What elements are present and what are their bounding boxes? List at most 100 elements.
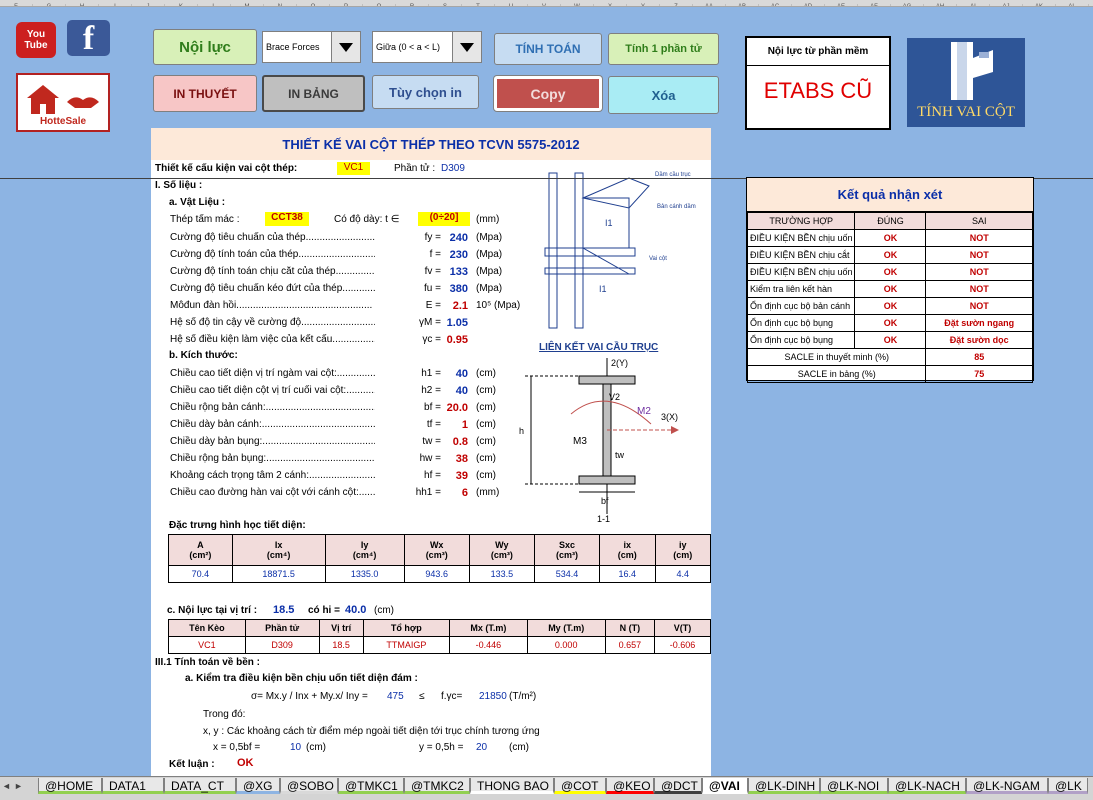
- section-1-1-diagram: 2(Y) 3(X) V2 M2 M3 h tw bf 1-1: [519, 358, 679, 524]
- tinh-vai-cot-label: TÍNH VAI CỘT: [917, 104, 1015, 120]
- thickness-value[interactable]: (0÷20]: [418, 212, 470, 226]
- xoa-button[interactable]: Xóa: [608, 76, 719, 114]
- column-letter[interactable]: O: [297, 4, 330, 6]
- results-status: OK: [854, 263, 927, 281]
- column-letter[interactable]: S: [429, 4, 462, 6]
- chevron-down-icon[interactable]: [331, 32, 360, 62]
- sheet-tab[interactable]: @LK-NGAM: [966, 778, 1048, 794]
- x-value: 10: [290, 742, 302, 753]
- sheet-tab[interactable]: DATA1: [102, 778, 164, 794]
- sheet-tab[interactable]: @TMKC2: [404, 778, 470, 794]
- scale-label: SACLE in thuyết minh (%): [746, 348, 927, 366]
- sheet-tab[interactable]: @XG: [236, 778, 280, 794]
- row-unit: (cm): [476, 436, 496, 447]
- force-title: c. Nội lực tại vị trí :: [167, 605, 258, 616]
- in-thuyet-button[interactable]: IN THUYẾT: [153, 75, 257, 112]
- column-letter[interactable]: N: [264, 4, 297, 6]
- column-letter[interactable]: Y: [627, 4, 660, 6]
- column-letter[interactable]: AJ: [990, 4, 1023, 6]
- column-letter[interactable]: F: [0, 4, 33, 6]
- column-letter[interactable]: V: [528, 4, 561, 6]
- tinh-toan-label: TÍNH TOÁN: [515, 42, 581, 56]
- column-letter[interactable]: AG: [891, 4, 924, 6]
- column-letter[interactable]: W: [561, 4, 594, 6]
- noi-luc-button[interactable]: Nội lực: [153, 29, 257, 65]
- column-letter[interactable]: AH: [924, 4, 957, 6]
- tab-scroll-left-icon[interactable]: ◄: [2, 781, 11, 791]
- column-letter[interactable]: X: [594, 4, 627, 6]
- steel-value[interactable]: CCT38: [265, 212, 309, 226]
- sheet-tab[interactable]: @HOME: [38, 778, 102, 794]
- tinh-vai-cot-logo[interactable]: TÍNH VAI CỘT: [907, 38, 1025, 127]
- in-thuyet-label: IN THUYẾT: [173, 86, 237, 101]
- brace-forces-dropdown[interactable]: Brace Forces: [262, 31, 361, 63]
- sheet-tab[interactable]: THONG BAO: [470, 778, 554, 794]
- tinh-toan-button[interactable]: TÍNH TOÁN: [494, 33, 602, 65]
- chevron-down-icon[interactable]: [452, 32, 481, 62]
- y-value: 20: [476, 742, 488, 753]
- sheet-tab[interactable]: @LK-DINH: [748, 778, 820, 794]
- results-status: OK: [854, 331, 927, 349]
- in-bang-button[interactable]: IN BẢNG: [262, 75, 365, 112]
- sheet-tab[interactable]: @SOBO: [280, 778, 338, 794]
- tuy-chon-in-button[interactable]: Tùy chọn in: [372, 75, 479, 109]
- hottesale-logo[interactable]: HotteSale: [16, 73, 110, 132]
- sheet-tab[interactable]: @COT: [554, 778, 606, 794]
- sheet-tab[interactable]: DATA_CT: [164, 778, 236, 794]
- geometry-table: A (cm²) Ix (cm⁴) Iy (cm⁴) Wx (cm³) Wy (cm³) Sxc (cm…: [168, 534, 711, 583]
- column-letter[interactable]: AB: [726, 4, 759, 6]
- design-value[interactable]: VC1: [337, 162, 370, 175]
- column-letter[interactable]: Z: [660, 4, 693, 6]
- column-letter[interactable]: L: [198, 4, 231, 6]
- geometry-title: Đặc trưng hình học tiết diện:: [169, 520, 306, 531]
- column-letter[interactable]: M: [231, 4, 264, 6]
- sheet-tab[interactable]: @KEO: [606, 778, 654, 794]
- results-status: NOT: [925, 229, 1033, 247]
- x-unit: (cm): [306, 742, 326, 753]
- tinh-1-phan-tu-button[interactable]: Tính 1 phần tử: [608, 33, 719, 65]
- sheet-tab[interactable]: @VAI: [702, 778, 748, 794]
- i1b-label: I1: [599, 284, 607, 294]
- column-letter[interactable]: U: [495, 4, 528, 6]
- results-status: OK: [854, 314, 927, 332]
- force-value: D309: [244, 636, 320, 654]
- column-letter[interactable]: K: [165, 4, 198, 6]
- column-letter[interactable]: T: [462, 4, 495, 6]
- sheet-tab[interactable]: @TMKC1: [338, 778, 404, 794]
- column-letter[interactable]: H: [66, 4, 99, 6]
- column-letter[interactable]: Q: [363, 4, 396, 6]
- sheet-tab[interactable]: @LK-NACH: [888, 778, 966, 794]
- column-letter[interactable]: AE: [825, 4, 858, 6]
- geometry-value: 133.5: [468, 565, 535, 583]
- sheet-tab[interactable]: @LK: [1048, 778, 1088, 794]
- y-unit: (cm): [509, 742, 529, 753]
- software-source-box[interactable]: Nội lực từ phần mềm ETABS CŨ: [745, 36, 891, 130]
- column-letter[interactable]: AL: [1056, 4, 1089, 6]
- position-dropdown[interactable]: Giữa (0 < a < L): [372, 31, 482, 63]
- sheet-tab[interactable]: @DCT: [654, 778, 702, 794]
- column-letter[interactable]: I: [99, 4, 132, 6]
- column-letter[interactable]: AA: [693, 4, 726, 6]
- row-label: Chiều rộng bản bụng:....................…: [170, 453, 375, 464]
- row-symbol: hw =: [419, 453, 441, 464]
- copy-button[interactable]: Copy: [494, 76, 602, 111]
- column-letter[interactable]: AD: [792, 4, 825, 6]
- column-letter[interactable]: R: [396, 4, 429, 6]
- column-letter[interactable]: AC: [759, 4, 792, 6]
- row-label: Cường độ tiêu chuẩn kéo đứt của thép....…: [170, 283, 375, 294]
- column-letter[interactable]: J: [132, 4, 165, 6]
- row-label: Cường độ tiêu chuẩn của thép............…: [170, 232, 375, 243]
- column-letter[interactable]: AF: [858, 4, 891, 6]
- scale-value[interactable]: 75: [925, 365, 1033, 383]
- column-letter[interactable]: G: [33, 4, 66, 6]
- column-letter[interactable]: AK: [1023, 4, 1056, 6]
- column-letter[interactable]: P: [330, 4, 363, 6]
- column-letter[interactable]: AI: [957, 4, 990, 6]
- force-position: 18.5: [273, 604, 295, 616]
- scale-value[interactable]: 85: [925, 348, 1033, 366]
- youtube-icon[interactable]: You Tube: [16, 22, 56, 58]
- sheet-tab[interactable]: @LK-NOI: [820, 778, 888, 794]
- tab-scroll-right-icon[interactable]: ►: [14, 781, 23, 791]
- design-label: Thiết kế cấu kiện vai cột thép:: [155, 163, 298, 174]
- facebook-icon[interactable]: f: [67, 20, 110, 56]
